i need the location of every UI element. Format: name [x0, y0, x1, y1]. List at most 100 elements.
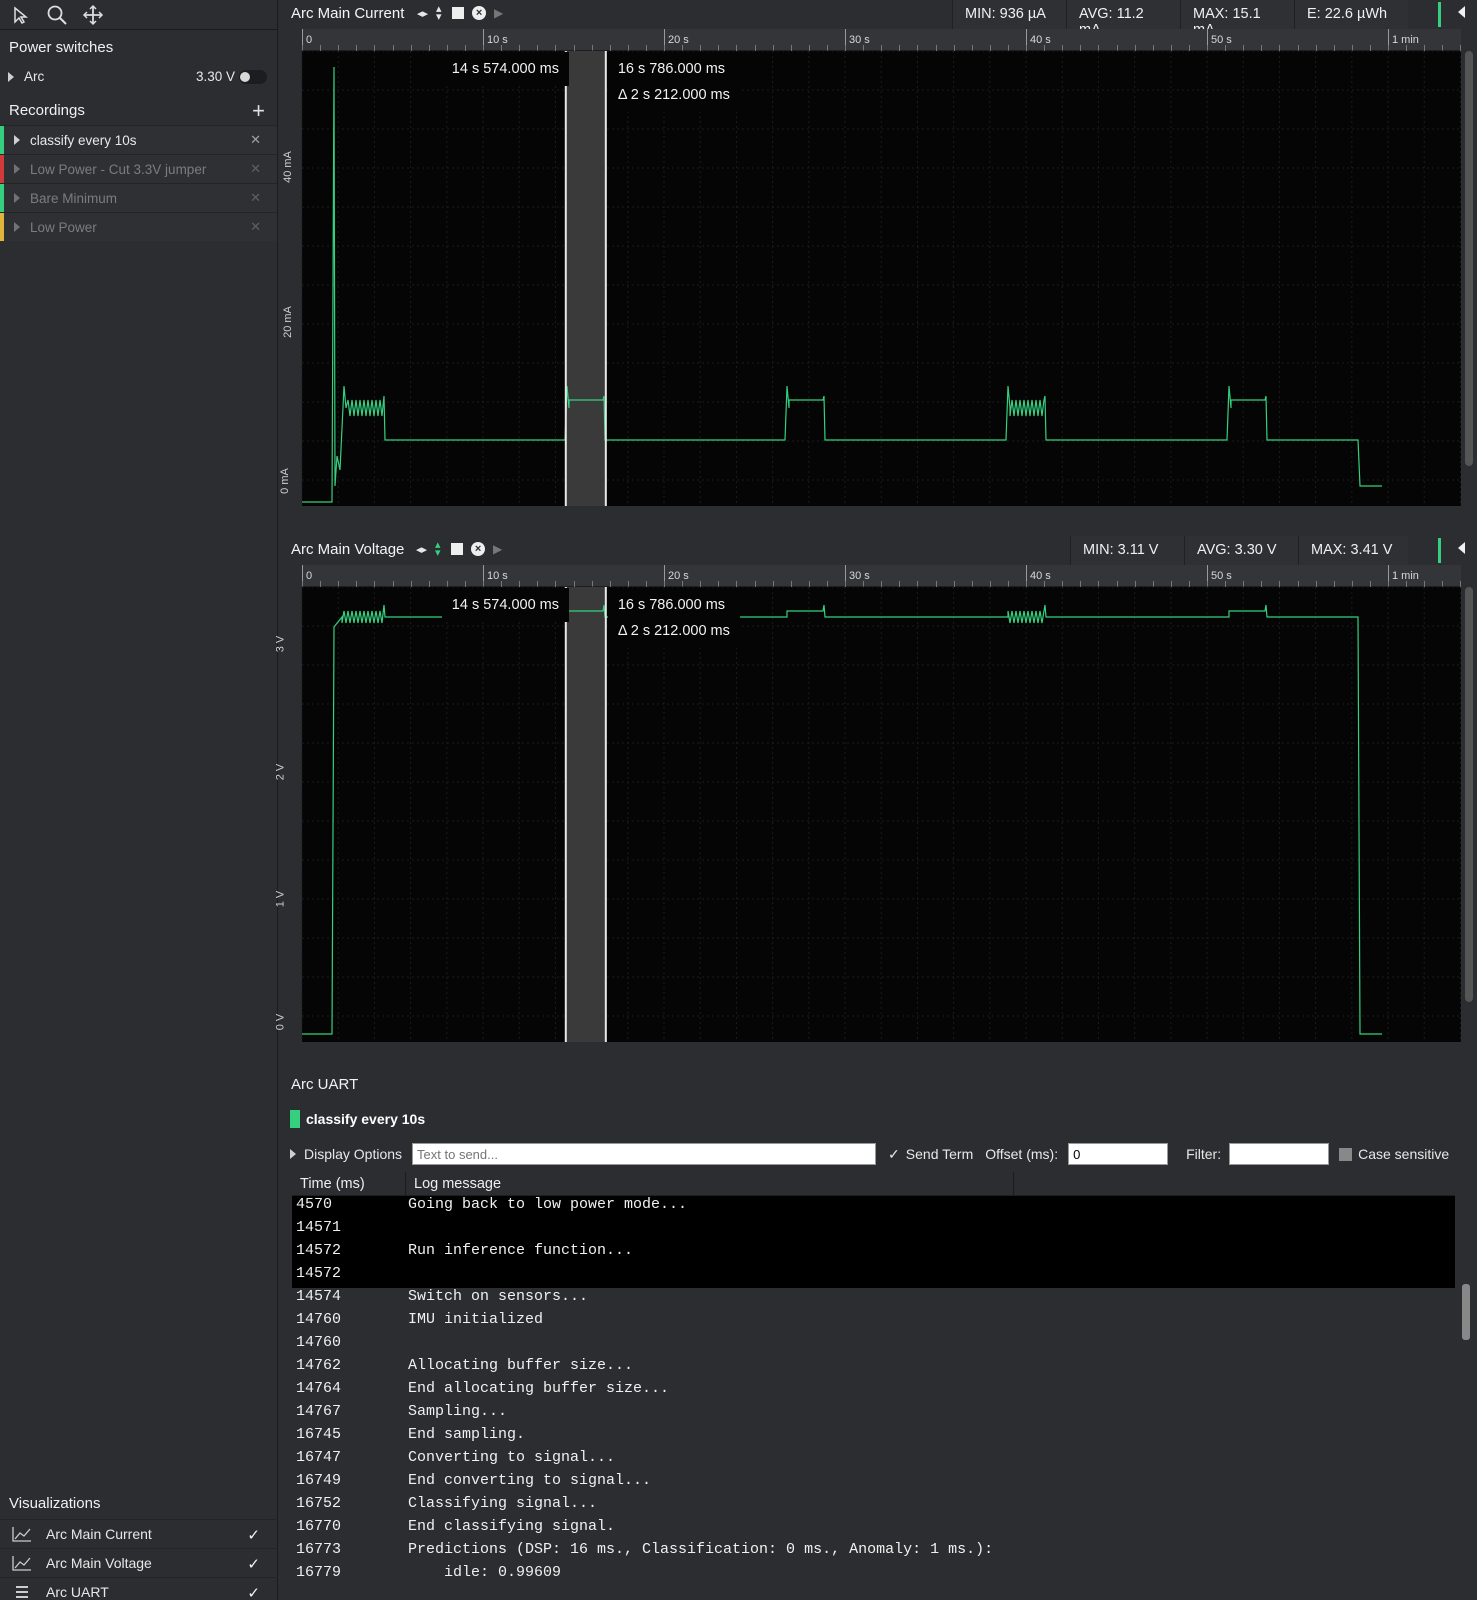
- send-term-checkbox[interactable]: ✓: [888, 1146, 900, 1163]
- voltage-max-stat: MAX: 3.41 V: [1298, 536, 1408, 565]
- waveform-line: [302, 604, 1382, 1035]
- y-axis-label: 2 V: [274, 763, 287, 780]
- cursor-selection-region[interactable]: [565, 587, 606, 1042]
- collapse-stats-icon[interactable]: [1458, 6, 1465, 18]
- visualization-item[interactable]: Arc UART ✓: [0, 1577, 278, 1600]
- log-time: 16779: [296, 1564, 342, 1581]
- log-row[interactable]: 16745 End sampling.: [292, 1426, 1455, 1449]
- stop-icon[interactable]: [451, 543, 464, 555]
- visualization-visible-checkbox[interactable]: ✓: [247, 1526, 260, 1544]
- recording-color-swatch: [290, 1110, 300, 1128]
- log-row[interactable]: 16770 End classifying signal.: [292, 1518, 1455, 1541]
- log-row[interactable]: 14760: [292, 1334, 1455, 1357]
- uart-panel: Arc UART classify every 10s Display Opti…: [280, 1064, 1477, 1600]
- expand-arrow-icon[interactable]: [14, 193, 20, 203]
- y-axis[interactable]: 40 mA 20 mA 0 mA: [278, 51, 302, 506]
- display-options-arrow-icon[interactable]: [290, 1149, 296, 1159]
- case-sensitive-checkbox[interactable]: [1339, 1147, 1353, 1161]
- log-row[interactable]: 16752 Classifying signal...: [292, 1495, 1455, 1518]
- power-switch-toggle[interactable]: [239, 70, 267, 84]
- expand-arrow-icon[interactable]: [14, 135, 20, 145]
- collapse-stats-icon[interactable]: [1458, 542, 1465, 554]
- current-plot-area[interactable]: [301, 50, 1461, 506]
- play-icon[interactable]: ▶: [494, 6, 503, 20]
- clear-icon[interactable]: ×: [471, 542, 486, 556]
- column-log-message[interactable]: Log message: [406, 1172, 1014, 1195]
- vertical-arrows-icon[interactable]: ▴ ▾: [435, 540, 443, 559]
- remove-recording-icon[interactable]: ✕: [250, 161, 261, 177]
- remove-recording-icon[interactable]: ✕: [250, 132, 261, 148]
- visualization-item[interactable]: Arc Main Current ✓: [0, 1519, 278, 1548]
- log-row[interactable]: 14767 Sampling...: [292, 1403, 1455, 1426]
- cursor-a-label: 14 s 574.000 ms: [441, 588, 569, 622]
- recording-item[interactable]: Low Power - Cut 3.3V jumper ✕: [0, 154, 277, 183]
- expand-arrow-icon[interactable]: [8, 71, 14, 82]
- time-tick-label: 20 s: [668, 570, 689, 582]
- horizontal-arrows-icon[interactable]: ◂▸: [416, 543, 427, 556]
- visualization-visible-checkbox[interactable]: ✓: [247, 1584, 260, 1600]
- pointer-tool-icon[interactable]: [8, 3, 34, 27]
- log-time: 14760: [296, 1334, 342, 1351]
- log-row[interactable]: 16747 Converting to signal...: [292, 1449, 1455, 1472]
- log-message: End classifying signal.: [408, 1518, 616, 1535]
- log-row[interactable]: 14764 End allocating buffer size...: [292, 1380, 1455, 1403]
- zoom-tool-icon[interactable]: [44, 3, 70, 27]
- log-time: 16770: [296, 1518, 342, 1535]
- log-row[interactable]: 14572 Run inference function...: [292, 1242, 1455, 1265]
- y-axis[interactable]: 3 V 2 V 1 V 0 V: [274, 587, 302, 1042]
- scrollbar-thumb[interactable]: [1462, 1284, 1470, 1340]
- log-time: 14574: [296, 1288, 342, 1305]
- log-row[interactable]: 16773 Predictions (DSP: 16 ms., Classific…: [292, 1541, 1455, 1564]
- power-switch-arc[interactable]: Arc 3.30 V: [0, 62, 277, 91]
- horizontal-arrows-icon[interactable]: ◂▸: [417, 7, 428, 20]
- log-row[interactable]: 14762 Allocating buffer size...: [292, 1357, 1455, 1380]
- recording-item[interactable]: Low Power ✕: [0, 212, 277, 241]
- log-row[interactable]: 14571: [292, 1219, 1455, 1242]
- uart-recording: classify every 10s: [290, 1110, 425, 1128]
- time-tick-label: 40 s: [1030, 570, 1051, 582]
- log-row[interactable]: 14760 IMU initialized: [292, 1311, 1455, 1334]
- current-avg-stat: AVG: 11.2 mA: [1066, 0, 1180, 38]
- log-row[interactable]: 14574 Switch on sensors...: [292, 1288, 1455, 1311]
- log-table-body[interactable]: 4570 Going back to low power mode... 14571…: [292, 1196, 1455, 1600]
- log-row[interactable]: 16749 End converting to signal...: [292, 1472, 1455, 1495]
- expand-arrow-icon[interactable]: [14, 164, 20, 174]
- clear-icon[interactable]: ×: [472, 6, 487, 20]
- visualization-item[interactable]: Arc Main Voltage ✓: [0, 1548, 278, 1577]
- voltage-avg-stat: AVG: 3.30 V: [1184, 536, 1298, 565]
- send-text-input[interactable]: [412, 1143, 877, 1165]
- recording-item[interactable]: Bare Minimum ✕: [0, 183, 277, 212]
- column-time[interactable]: Time (ms): [292, 1172, 406, 1195]
- log-row[interactable]: 16779 idle: 0.99609: [292, 1564, 1455, 1587]
- log-row[interactable]: 4570 Going back to low power mode...: [292, 1196, 1455, 1219]
- vertical-scrollbar[interactable]: [1465, 587, 1473, 1002]
- y-axis-label: 40 mA: [281, 151, 294, 184]
- stop-icon[interactable]: [452, 7, 465, 19]
- expand-arrow-icon[interactable]: [14, 222, 20, 232]
- remove-recording-icon[interactable]: ✕: [250, 219, 261, 235]
- voltage-plot-area[interactable]: [301, 586, 1461, 1042]
- pan-tool-icon[interactable]: [80, 3, 106, 27]
- y-axis-label: 0 V: [274, 1013, 287, 1031]
- display-options-toggle[interactable]: Display Options: [304, 1146, 402, 1162]
- y-axis-label: 0 mA: [278, 468, 291, 495]
- offset-input[interactable]: [1068, 1143, 1169, 1165]
- filter-input[interactable]: [1229, 1143, 1330, 1165]
- current-max-stat: MAX: 15.1 mA: [1180, 0, 1294, 38]
- remove-recording-icon[interactable]: ✕: [250, 190, 261, 206]
- vertical-arrows-icon[interactable]: ▴ ▾: [436, 4, 444, 23]
- add-recording-icon[interactable]: +: [252, 98, 265, 124]
- time-ruler[interactable]: 0 10 s 20 s 30 s 40 s 50 s1 min: [302, 29, 1462, 51]
- log-time: 16752: [296, 1495, 342, 1512]
- cursor-a-time: 14 s 574.000 ms: [451, 61, 559, 77]
- play-icon[interactable]: ▶: [493, 542, 502, 556]
- log-row[interactable]: 14572: [292, 1265, 1455, 1288]
- recording-color-bar: [0, 213, 4, 241]
- vertical-scrollbar[interactable]: [1465, 51, 1473, 466]
- voltage-chart-panel: Arc Main Voltage ◂▸ ▴ ▾ × ▶ MIN: 3.11 V A…: [274, 536, 1477, 1056]
- recording-item[interactable]: classify every 10s ✕: [0, 125, 277, 154]
- log-scrollbar[interactable]: [1459, 1196, 1473, 1600]
- visualization-visible-checkbox[interactable]: ✓: [247, 1555, 260, 1573]
- cursor-selection-region[interactable]: [565, 51, 606, 506]
- time-ruler[interactable]: 0 10 s 20 s 30 s 40 s 50 s1 min: [302, 565, 1462, 587]
